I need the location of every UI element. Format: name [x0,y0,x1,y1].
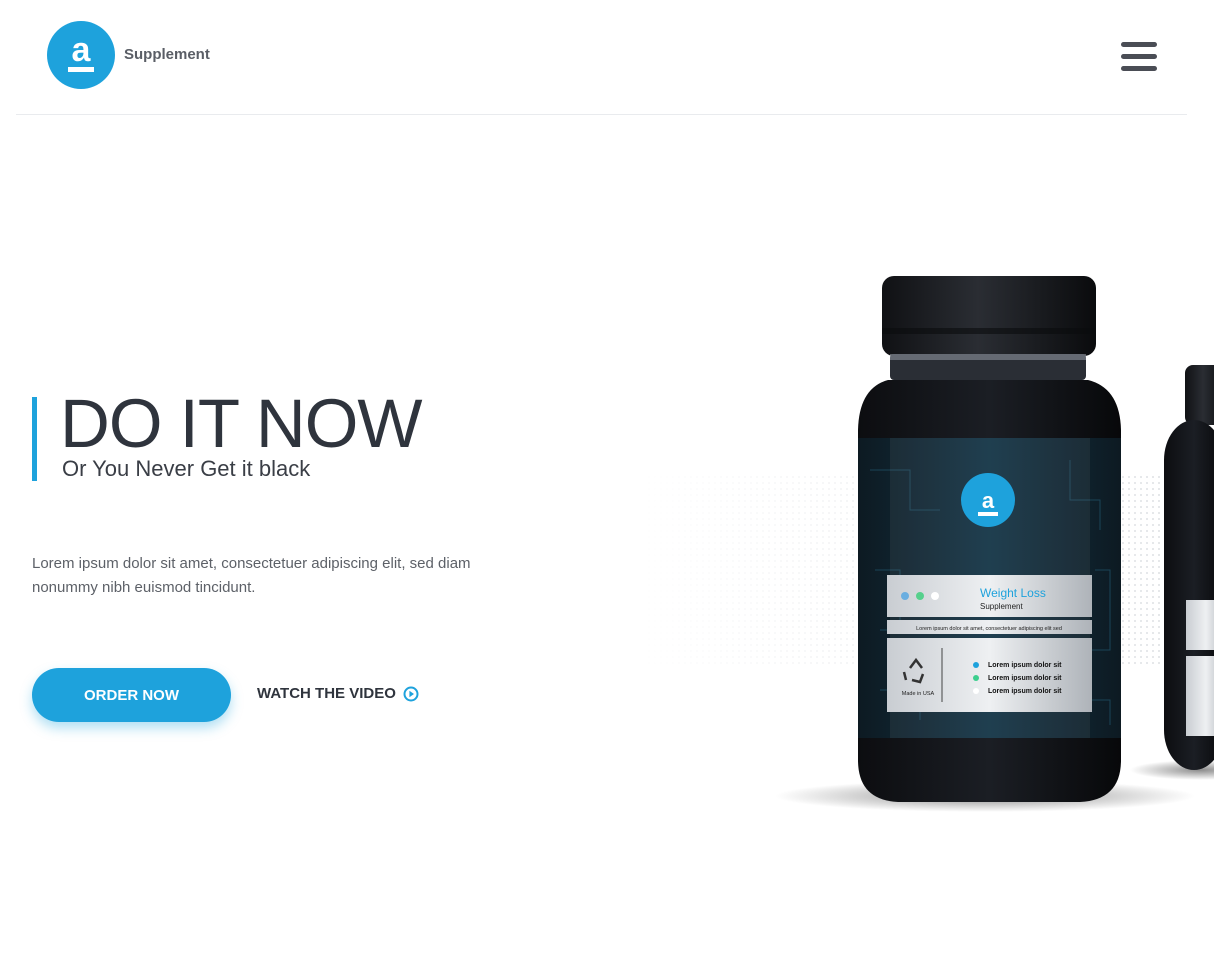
label-origin: Made in USA [902,691,935,697]
svg-text:a: a [982,488,995,513]
svg-text:a: a [72,31,92,69]
site-header: a Supplement [0,0,1214,114]
label-bullet: Lorem ipsum dolor sit [988,675,1062,682]
watch-video-label: WATCH THE VIDEO [257,685,396,702]
label-bullet: Lorem ipsum dolor sit [988,688,1062,695]
header-divider [16,114,1187,115]
label-subtitle: Supplement [980,602,1023,611]
watch-video-link[interactable]: WATCH THE VIDEO [257,685,419,702]
brand-name[interactable]: Supplement [124,46,210,63]
hero-description: Lorem ipsum dolor sit amet, consectetuer… [32,555,471,596]
label-bullet: Lorem ipsum dolor sit [988,662,1062,669]
hero-subtitle: Or You Never Get it black [62,456,311,481]
label-title: Weight Loss [980,586,1046,600]
letter-a-logo-icon[interactable]: a [47,21,115,89]
order-now-button[interactable]: ORDER NOW [32,668,231,722]
hamburger-menu-icon[interactable] [1121,42,1157,74]
product-image: a Weight Loss Supplement Lorem ipsum dol… [648,276,1214,812]
label-tagline: Lorem ipsum dolor sit amet, consectetuer… [916,626,1062,632]
hero-accent-bar [32,397,37,481]
play-circle-icon [403,686,419,701]
hero-title: DO IT NOW [60,385,423,462]
